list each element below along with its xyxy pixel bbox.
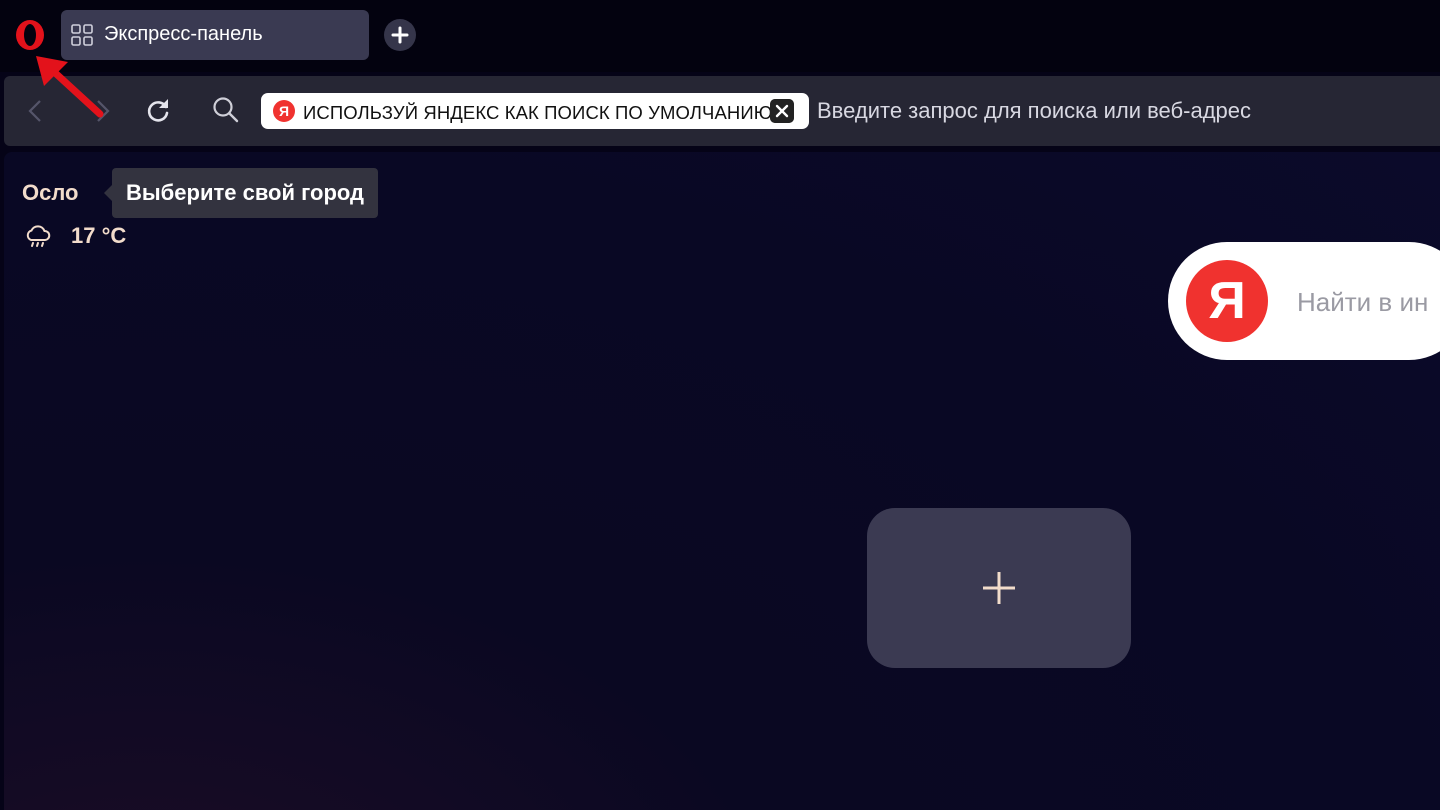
new-tab-button[interactable]: [384, 19, 416, 51]
yandex-logo-letter: Я: [1208, 272, 1246, 330]
yandex-logo-icon: Я: [1186, 260, 1268, 342]
tab-strip: Экспресс-панель: [0, 0, 1440, 72]
speed-dial-grid-icon: [71, 24, 93, 46]
promo-text: ИСПОЛЬЗУЙ ЯНДЕКС КАК ПОИСК ПО УМОЛЧАНИЮ: [303, 102, 773, 123]
search-icon[interactable]: [210, 94, 242, 126]
tooltip-text: Выберите свой город: [126, 180, 364, 205]
chevron-right-icon[interactable]: [87, 95, 119, 127]
browser-window: Экспресс-панель Я ИСПОЛЬЗУЙ ЯНДЕКС КАК П…: [0, 0, 1440, 810]
opera-logo-icon[interactable]: [14, 19, 46, 51]
plus-icon: [391, 26, 409, 44]
yandex-search-box[interactable]: Я Найти в ин: [1168, 242, 1440, 360]
speed-dial-page: Осло Выберите свой город 17 °C Я Найти в…: [4, 152, 1440, 810]
weather-temperature: 17 °C: [71, 223, 127, 248]
weather-city[interactable]: Осло: [22, 180, 78, 206]
yandex-search-input[interactable]: Найти в ин: [1297, 287, 1428, 318]
plus-icon: [983, 572, 1015, 604]
chevron-left-icon[interactable]: [19, 95, 51, 127]
reload-icon[interactable]: [142, 95, 174, 127]
address-toolbar: Я ИСПОЛЬЗУЙ ЯНДЕКС КАК ПОИСК ПО УМОЛЧАНИ…: [4, 76, 1440, 146]
yandex-badge-icon: Я: [273, 100, 295, 122]
address-bar-input[interactable]: Введите запрос для поиска или веб-адрес: [817, 98, 1251, 124]
add-speed-dial-button[interactable]: [867, 508, 1131, 668]
choose-city-tooltip: Выберите свой город: [104, 168, 378, 218]
rain-cloud-icon: [26, 225, 51, 247]
yandex-default-search-promo[interactable]: Я ИСПОЛЬЗУЙ ЯНДЕКС КАК ПОИСК ПО УМОЛЧАНИ…: [261, 93, 809, 129]
tab-title: Экспресс-панель: [104, 23, 263, 45]
tab-speed-dial[interactable]: Экспресс-панель: [61, 10, 369, 60]
close-icon[interactable]: [770, 99, 794, 123]
